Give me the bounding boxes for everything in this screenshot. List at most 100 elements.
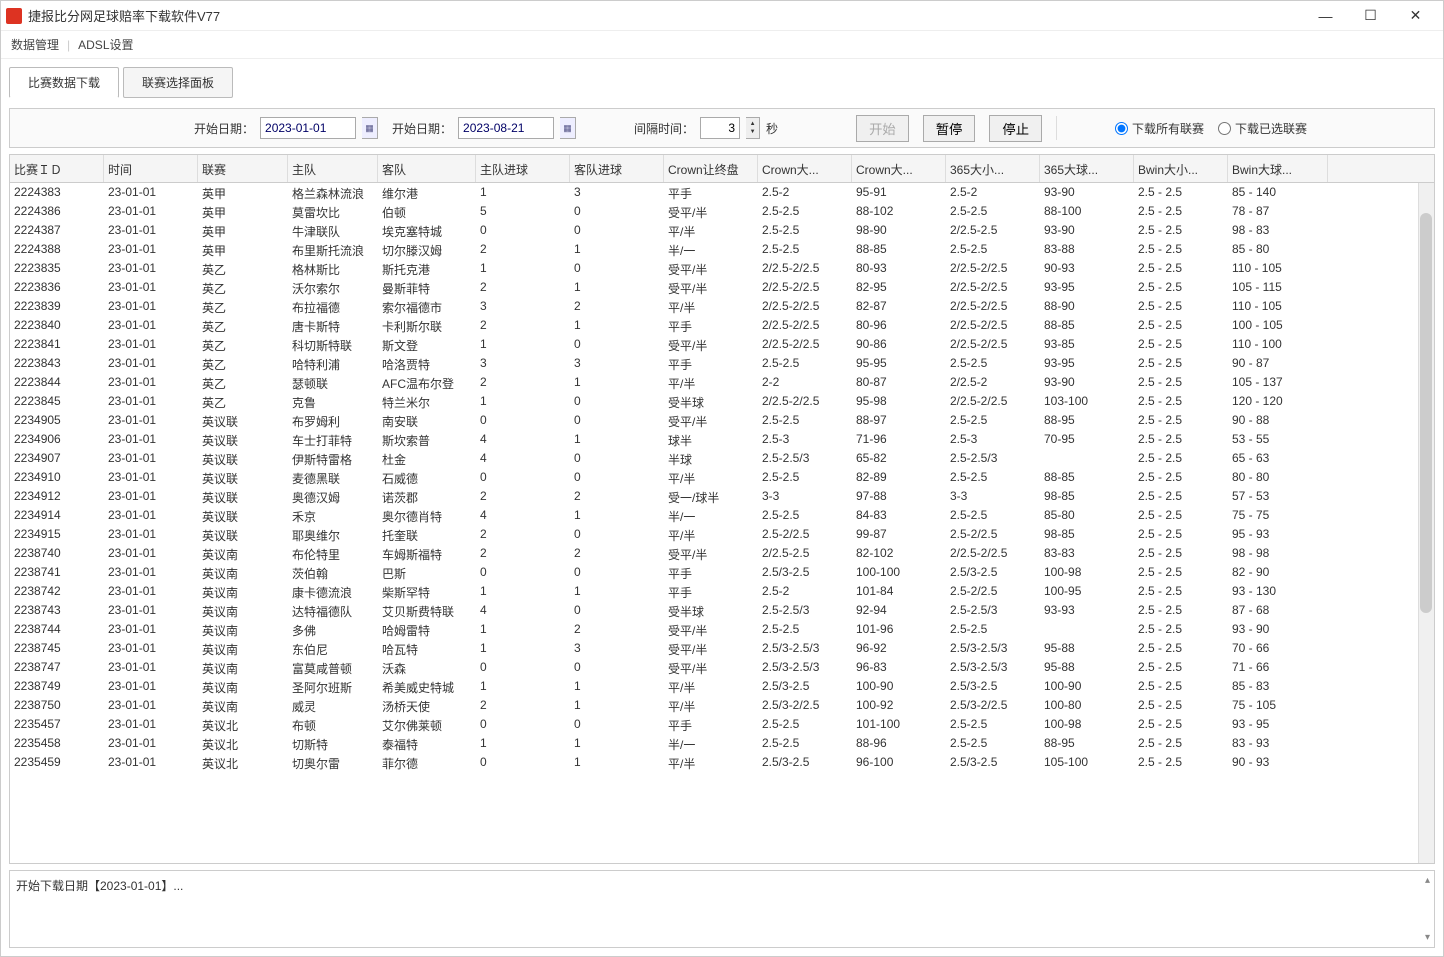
table-row[interactable]: 222384423-01-01英乙瑟顿联AFC温布尔登21平/半2-280-87…	[10, 373, 1434, 392]
interval-spinner[interactable]: ▲▼	[746, 117, 760, 139]
column-header[interactable]: 365大小...	[946, 155, 1040, 182]
table-row[interactable]: 223875023-01-01英议南威灵汤桥天使21平/半2.5/3-2/2.5…	[10, 696, 1434, 715]
table-row[interactable]: 222384023-01-01英乙唐卡斯特卡利斯尔联21平手2/2.5-2/2.…	[10, 316, 1434, 335]
column-header[interactable]: 主队	[288, 155, 378, 182]
table-row[interactable]: 223874923-01-01英议南圣阿尔班斯希美威史特城11平/半2.5/3-…	[10, 677, 1434, 696]
table-row[interactable]: 223874123-01-01英议南茨伯翰巴斯00平手2.5/3-2.5100-…	[10, 563, 1434, 582]
table-cell: 希美威史特城	[378, 677, 476, 696]
table-cell: 英议南	[198, 582, 288, 601]
table-cell: 2223840	[10, 316, 104, 335]
table-row[interactable]: 223545823-01-01英议北切斯特泰福特11半/一2.5-2.588-9…	[10, 734, 1434, 753]
scrollbar-thumb[interactable]	[1420, 213, 1432, 613]
table-cell: 4	[476, 430, 570, 449]
table-cell: 2	[570, 297, 664, 316]
table-row[interactable]: 223874723-01-01英议南富莫咸普顿沃森00受平/半2.5/3-2.5…	[10, 658, 1434, 677]
end-date-input[interactable]	[458, 117, 554, 139]
table-cell: 平手	[664, 183, 758, 202]
table-row[interactable]: 223491423-01-01英议联禾京奥尔德肖特41半/一2.5-2.584-…	[10, 506, 1434, 525]
table-row[interactable]: 223545923-01-01英议北切奥尔雷菲尔德01平/半2.5/3-2.59…	[10, 753, 1434, 772]
close-button[interactable]: ✕	[1393, 2, 1438, 30]
radio-download-selected[interactable]: 下载已选联赛	[1218, 120, 1307, 137]
column-header[interactable]: 比赛ＩＤ	[10, 155, 104, 182]
log-scroll-up-icon[interactable]: ▴	[1425, 875, 1430, 886]
table-row[interactable]: 223491023-01-01英议联麦德黑联石威德00平/半2.5-2.582-…	[10, 468, 1434, 487]
table-row[interactable]: 222384523-01-01英乙克鲁特兰米尔10受半球2/2.5-2/2.59…	[10, 392, 1434, 411]
table-cell: 半球	[664, 449, 758, 468]
radio-all-input[interactable]	[1115, 122, 1128, 135]
table-cell: 英议联	[198, 411, 288, 430]
table-cell: 93-95	[1040, 278, 1134, 297]
table-cell: 平/半	[664, 221, 758, 240]
table-row[interactable]: 222383923-01-01英乙布拉福德索尔福德市32平/半2/2.5-2/2…	[10, 297, 1434, 316]
column-header[interactable]: Crown大...	[852, 155, 946, 182]
interval-input[interactable]	[700, 117, 740, 139]
table-cell: 2223835	[10, 259, 104, 278]
table-cell: 98-90	[852, 221, 946, 240]
tab-match-download[interactable]: 比赛数据下载	[9, 67, 119, 98]
table-cell: 2.5 - 2.5	[1134, 183, 1228, 202]
table-row[interactable]: 223490723-01-01英议联伊斯特雷格杜金40半球2.5-2.5/365…	[10, 449, 1434, 468]
table-row[interactable]: 223545723-01-01英议北布顿艾尔佛莱顿00平手2.5-2.5101-…	[10, 715, 1434, 734]
minimize-button[interactable]: —	[1303, 2, 1348, 30]
table-row[interactable]: 222383623-01-01英乙沃尔索尔曼斯菲特21受平/半2/2.5-2/2…	[10, 278, 1434, 297]
table-row[interactable]: 222384323-01-01英乙哈特利浦哈洛贾特33平手2.5-2.595-9…	[10, 354, 1434, 373]
table-row[interactable]: 222384123-01-01英乙科切斯特联斯文登10受平/半2/2.5-2/2…	[10, 335, 1434, 354]
table-cell: 2.5-3	[758, 430, 852, 449]
table-cell: 2224387	[10, 221, 104, 240]
column-header[interactable]: Bwin大小...	[1134, 155, 1228, 182]
table-cell: 3-3	[946, 487, 1040, 506]
table-cell: 70 - 66	[1228, 639, 1328, 658]
table-row[interactable]: 223874323-01-01英议南达特福德队艾贝斯费特联40受半球2.5-2.…	[10, 601, 1434, 620]
log-scroll-down-icon[interactable]: ▾	[1425, 932, 1430, 943]
menu-adsl-settings[interactable]: ADSL设置	[78, 36, 133, 53]
calendar-icon[interactable]: ▦	[560, 117, 576, 139]
table-cell: 瑟顿联	[288, 373, 378, 392]
table-cell: 2.5 - 2.5	[1134, 297, 1228, 316]
table-cell: 南安联	[378, 411, 476, 430]
column-header[interactable]: 时间	[104, 155, 198, 182]
table-cell: 101-96	[852, 620, 946, 639]
start-button[interactable]: 开始	[856, 115, 909, 142]
table-row[interactable]: 223874023-01-01英议南布伦特里车姆斯福特22受平/半2/2.5-2…	[10, 544, 1434, 563]
radio-all-label: 下载所有联赛	[1132, 120, 1204, 137]
table-row[interactable]: 223491523-01-01英议联耶奥维尔托奎联20平/半2.5-2/2.59…	[10, 525, 1434, 544]
table-body[interactable]: 222438323-01-01英甲格兰森林流浪维尔港13平手2.5-295-91…	[10, 183, 1434, 863]
table-cell: 101-100	[852, 715, 946, 734]
table-row[interactable]: 223490623-01-01英议联车士打菲特斯坎索普41球半2.5-371-9…	[10, 430, 1434, 449]
column-header[interactable]: Crown大...	[758, 155, 852, 182]
radio-selected-input[interactable]	[1218, 122, 1231, 135]
column-header[interactable]: Bwin大球...	[1228, 155, 1328, 182]
column-header[interactable]: 联赛	[198, 155, 288, 182]
column-header[interactable]: 客队进球	[570, 155, 664, 182]
start-date-input[interactable]	[260, 117, 356, 139]
radio-download-all[interactable]: 下载所有联赛	[1115, 120, 1204, 137]
table-cell	[1040, 449, 1134, 468]
table-cell: 2.5-2.5	[758, 468, 852, 487]
stop-button[interactable]: 停止	[989, 115, 1042, 142]
table-cell: 沃森	[378, 658, 476, 677]
column-header[interactable]: 客队	[378, 155, 476, 182]
table-row[interactable]: 222438623-01-01英甲莫雷坎比伯顿50受平/半2.5-2.588-1…	[10, 202, 1434, 221]
menu-data-management[interactable]: 数据管理	[11, 36, 59, 53]
table-cell: 2.5 - 2.5	[1134, 392, 1228, 411]
table-cell: 2.5-2.5/3	[946, 601, 1040, 620]
calendar-icon[interactable]: ▦	[362, 117, 378, 139]
table-row[interactable]: 222438823-01-01英甲布里斯托流浪切尔滕汉姆21半/一2.5-2.5…	[10, 240, 1434, 259]
table-row[interactable]: 223874223-01-01英议南康卡德流浪柴斯罕特11平手2.5-2101-…	[10, 582, 1434, 601]
tab-league-select[interactable]: 联赛选择面板	[123, 67, 233, 98]
vertical-scrollbar[interactable]	[1418, 183, 1434, 863]
table-row[interactable]: 223491223-01-01英议联奥德汉姆诺茨郡22受一/球半3-397-88…	[10, 487, 1434, 506]
table-row[interactable]: 223490523-01-01英议联布罗姆利南安联00受平/半2.5-2.588…	[10, 411, 1434, 430]
table-cell: 多佛	[288, 620, 378, 639]
table-row[interactable]: 223874423-01-01英议南多佛哈姆雷特12受平/半2.5-2.5101…	[10, 620, 1434, 639]
column-header[interactable]: Crown让终盘	[664, 155, 758, 182]
table-row[interactable]: 223874523-01-01英议南东伯尼哈瓦特13受平/半2.5/3-2.5/…	[10, 639, 1434, 658]
column-header[interactable]: 主队进球	[476, 155, 570, 182]
maximize-button[interactable]: ☐	[1348, 2, 1393, 30]
pause-button[interactable]: 暂停	[923, 115, 976, 142]
table-row[interactable]: 222438323-01-01英甲格兰森林流浪维尔港13平手2.5-295-91…	[10, 183, 1434, 202]
column-header[interactable]: 365大球...	[1040, 155, 1134, 182]
table-row[interactable]: 222383523-01-01英乙格林斯比斯托克港10受平/半2/2.5-2/2…	[10, 259, 1434, 278]
table-row[interactable]: 222438723-01-01英甲牛津联队埃克塞特城00平/半2.5-2.598…	[10, 221, 1434, 240]
table-cell: 平手	[664, 563, 758, 582]
